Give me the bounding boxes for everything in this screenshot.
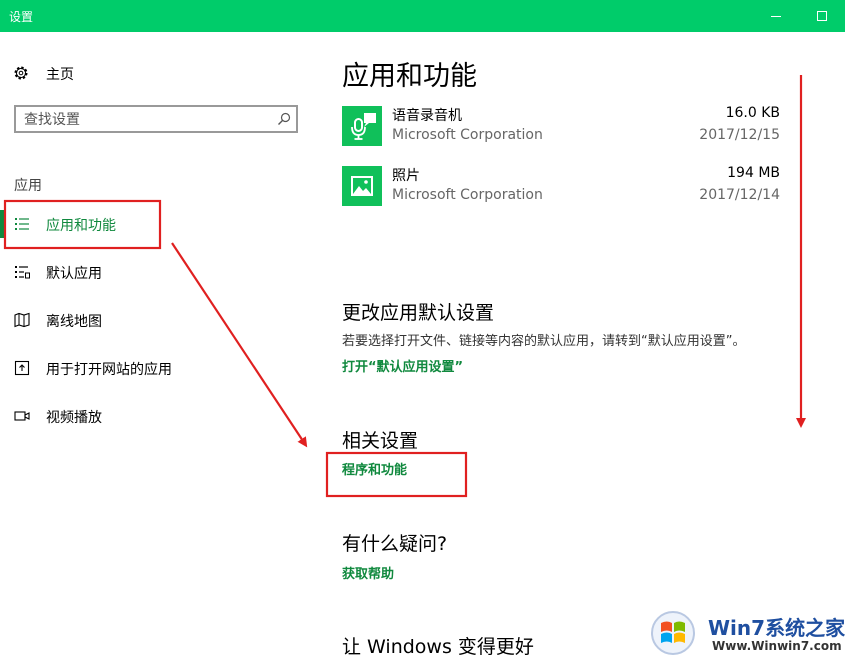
sidebar-item-video-playback[interactable]: 视频播放 [0, 396, 320, 436]
app-name: 语音录音机 [392, 108, 462, 124]
app-install-date: 2017/12/14 [699, 187, 780, 203]
offline-map-icon [14, 312, 30, 328]
search-input[interactable] [24, 111, 264, 129]
main-content: 应用和功能 语音录音机 Microsoft Corporation 16.0 K… [320, 32, 845, 660]
sidebar-item-label: 应用和功能 [46, 218, 116, 234]
windows-logo-icon [651, 611, 695, 655]
active-indicator [0, 210, 5, 238]
sidebar-item-label: 离线地图 [46, 314, 102, 330]
open-default-apps-link[interactable]: 打开“默认应用设置” [342, 356, 463, 375]
search-box [14, 105, 298, 133]
apps-list-icon [15, 218, 29, 230]
app-size: 194 MB [727, 165, 780, 181]
search-icon[interactable] [277, 112, 291, 126]
default-settings-description: 若要选择打开文件、链接等内容的默认应用，请转到“默认应用设置”。 [342, 334, 746, 349]
app-name: 照片 [392, 168, 420, 184]
window-title: 设置 [9, 10, 34, 24]
sidebar-item-offline-maps[interactable]: 离线地图 [0, 300, 320, 340]
app-list-item[interactable]: 照片 Microsoft Corporation 194 MB 2017/12/… [342, 165, 782, 210]
sidebar-item-default-apps[interactable]: 默认应用 [0, 252, 320, 292]
sidebar-section-title: 应用 [14, 178, 42, 194]
feedback-heading: 让 Windows 变得更好 [342, 636, 534, 658]
app-tile [342, 106, 382, 146]
minimize-button[interactable] [753, 0, 799, 32]
gear-icon [14, 66, 28, 80]
app-size: 16.0 KB [725, 105, 780, 121]
sidebar-home-label: 主页 [46, 67, 74, 83]
sidebar-item-open-websites[interactable]: 用于打开网站的应用 [0, 348, 320, 388]
watermark-url: Www.Winwin7.com [712, 639, 842, 653]
sidebar-item-label: 默认应用 [46, 266, 102, 282]
page-title: 应用和功能 [342, 61, 477, 92]
default-settings-heading: 更改应用默认设置 [342, 302, 495, 324]
sidebar-item-label: 用于打开网站的应用 [46, 362, 172, 378]
sidebar: 主页 应用 应用和功能 默认应用 离线地图 [0, 32, 320, 660]
open-website-icon [14, 360, 30, 376]
app-publisher: Microsoft Corporation [392, 187, 543, 203]
app-list-item[interactable]: 语音录音机 Microsoft Corporation 16.0 KB 2017… [342, 105, 782, 150]
questions-heading: 有什么疑问? [342, 533, 448, 555]
sidebar-item-label: 视频播放 [46, 410, 102, 426]
maximize-button[interactable] [799, 0, 845, 32]
watermark: Win7系统之家 Www.Winwin7.com [648, 608, 845, 660]
default-apps-icon [15, 266, 30, 279]
app-tile [342, 166, 382, 206]
programs-features-link[interactable]: 程序和功能 [342, 459, 407, 478]
get-help-link[interactable]: 获取帮助 [342, 563, 394, 582]
sidebar-item-apps-features[interactable]: 应用和功能 [0, 204, 320, 244]
app-install-date: 2017/12/15 [699, 127, 780, 143]
photos-icon [351, 176, 373, 196]
title-bar: 设置 [0, 0, 845, 32]
voice-recorder-icon [351, 113, 376, 140]
app-publisher: Microsoft Corporation [392, 127, 543, 143]
sidebar-home[interactable]: 主页 [13, 62, 293, 84]
video-playback-icon [14, 411, 30, 421]
related-settings-heading: 相关设置 [342, 430, 419, 452]
watermark-brand: Win7系统之家 [708, 616, 845, 640]
